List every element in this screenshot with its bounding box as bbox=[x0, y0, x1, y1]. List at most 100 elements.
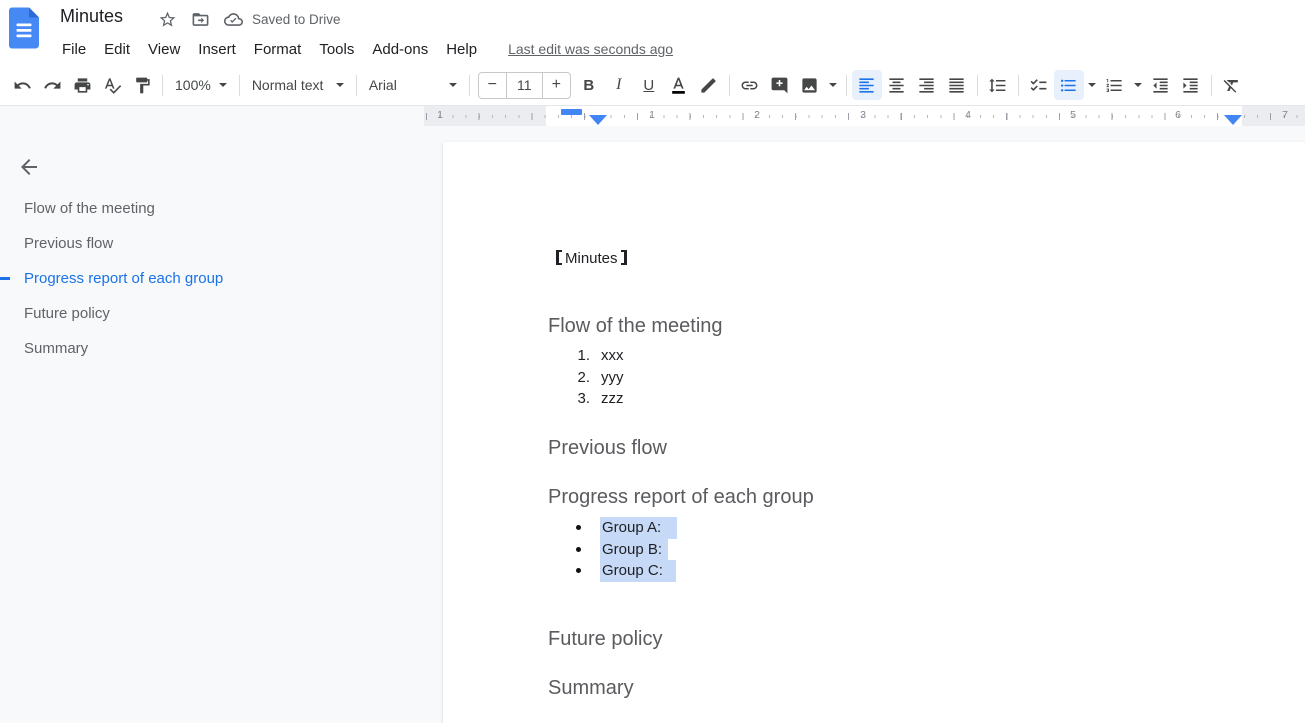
redo-button[interactable] bbox=[37, 70, 67, 100]
bulleted-list-icon bbox=[1059, 76, 1078, 95]
justify-button[interactable] bbox=[942, 70, 972, 100]
font-size-increase-button[interactable]: + bbox=[543, 73, 570, 98]
left-indent-marker[interactable] bbox=[589, 115, 607, 125]
selected-text[interactable]: Group A: bbox=[600, 517, 677, 539]
menu-item-view[interactable]: View bbox=[139, 39, 189, 60]
document-title-input[interactable]: Minutes bbox=[60, 6, 123, 27]
ruler-label: 5 bbox=[1070, 109, 1076, 121]
star-button[interactable] bbox=[156, 8, 178, 30]
add-comment-button[interactable] bbox=[765, 70, 795, 100]
menu-item-addons[interactable]: Add-ons bbox=[363, 39, 437, 60]
font-size-input[interactable]: 11 bbox=[506, 73, 543, 98]
list-item[interactable]: Group A: bbox=[573, 517, 677, 539]
menu-item-insert[interactable]: Insert bbox=[189, 39, 245, 60]
doc-title-text: Minutes bbox=[565, 250, 618, 267]
move-folder-icon bbox=[191, 10, 210, 29]
document-outline: Flow of the meeting Previous flow Progre… bbox=[0, 191, 440, 366]
doc-heading-summary[interactable]: Summary bbox=[548, 674, 634, 702]
toolbar-divider bbox=[977, 75, 978, 96]
menu-item-help[interactable]: Help bbox=[437, 39, 486, 60]
last-edit-link[interactable]: Last edit was seconds ago bbox=[508, 41, 673, 57]
font-select[interactable]: Arial bbox=[362, 70, 464, 100]
bulleted-list-options-caret[interactable] bbox=[1084, 70, 1100, 100]
highlight-color-button[interactable] bbox=[694, 70, 724, 100]
align-center-button[interactable] bbox=[882, 70, 912, 100]
bulleted-list-selected[interactable]: Group A: Group B: Group C: bbox=[573, 517, 677, 582]
add-comment-icon bbox=[770, 76, 789, 95]
line-spacing-button[interactable] bbox=[983, 70, 1013, 100]
clear-formatting-icon bbox=[1222, 76, 1241, 95]
menu-item-file[interactable]: File bbox=[53, 39, 95, 60]
clear-formatting-button[interactable] bbox=[1217, 70, 1247, 100]
list-item[interactable]: Group C: bbox=[573, 560, 677, 582]
insert-link-button[interactable] bbox=[735, 70, 765, 100]
spellcheck-icon bbox=[103, 76, 122, 95]
menu-item-edit[interactable]: Edit bbox=[95, 39, 139, 60]
right-indent-marker[interactable] bbox=[1224, 115, 1242, 125]
list-item-text[interactable]: zzz bbox=[601, 388, 624, 410]
outline-item-progress-report[interactable]: Progress report of each group bbox=[0, 261, 440, 296]
list-item[interactable]: 2. yyy bbox=[573, 367, 624, 389]
list-item-text[interactable]: xxx bbox=[601, 345, 624, 367]
bulleted-list-button[interactable] bbox=[1054, 70, 1084, 100]
numbered-list-options-caret[interactable] bbox=[1130, 70, 1146, 100]
redo-icon bbox=[43, 76, 62, 95]
close-outline-button[interactable] bbox=[14, 152, 44, 182]
selected-text[interactable]: Group C: bbox=[600, 560, 676, 582]
numbered-list-button[interactable] bbox=[1100, 70, 1130, 100]
doc-heading-future-policy[interactable]: Future policy bbox=[548, 625, 663, 653]
align-right-button[interactable] bbox=[912, 70, 942, 100]
print-icon bbox=[73, 76, 92, 95]
list-item-text[interactable]: yyy bbox=[601, 367, 624, 389]
italic-button[interactable]: I bbox=[604, 70, 634, 100]
highlighter-icon bbox=[699, 76, 718, 95]
saved-to-drive-button[interactable] bbox=[222, 8, 244, 30]
styles-select[interactable]: Normal text bbox=[245, 70, 351, 100]
font-size-decrease-button[interactable]: − bbox=[479, 73, 506, 98]
increase-indent-button[interactable] bbox=[1176, 70, 1206, 100]
ruler-label: 7 bbox=[1282, 109, 1288, 121]
list-marker: 2. bbox=[573, 367, 590, 389]
text-color-button[interactable] bbox=[664, 70, 694, 100]
list-item[interactable]: 3. zzz bbox=[573, 388, 624, 410]
document-page[interactable]: Minutes Flow of the meeting 1. xxx 2. yy… bbox=[443, 142, 1305, 723]
list-item[interactable]: 1. xxx bbox=[573, 345, 624, 367]
print-button[interactable] bbox=[67, 70, 97, 100]
doc-text-title[interactable]: Minutes bbox=[556, 248, 627, 269]
ruler-label: 6 bbox=[1175, 109, 1181, 121]
ruler[interactable]: 1 1 2 3 4 5 6 7 bbox=[424, 106, 1305, 126]
decrease-indent-button[interactable] bbox=[1146, 70, 1176, 100]
spellcheck-button[interactable] bbox=[97, 70, 127, 100]
outline-item-flow-of-the-meeting[interactable]: Flow of the meeting bbox=[0, 191, 440, 226]
google-docs-icon[interactable] bbox=[9, 7, 39, 49]
list-item[interactable]: Group B: bbox=[573, 539, 677, 561]
doc-heading-flow-of-the-meeting[interactable]: Flow of the meeting bbox=[548, 312, 723, 340]
toolbar-divider bbox=[1018, 75, 1019, 96]
bold-button[interactable]: B bbox=[574, 70, 604, 100]
numbered-list[interactable]: 1. xxx 2. yyy 3. zzz bbox=[573, 345, 624, 410]
checklist-button[interactable] bbox=[1024, 70, 1054, 100]
zoom-select[interactable]: 100% bbox=[168, 70, 234, 100]
outline-item-previous-flow[interactable]: Previous flow bbox=[0, 226, 440, 261]
align-left-icon bbox=[857, 76, 876, 95]
move-to-folder-button[interactable] bbox=[189, 8, 211, 30]
menu-item-format[interactable]: Format bbox=[245, 39, 311, 60]
undo-icon bbox=[13, 76, 32, 95]
selected-text[interactable]: Group B: bbox=[600, 539, 668, 561]
insert-image-button[interactable] bbox=[795, 70, 825, 100]
chevron-down-icon bbox=[449, 83, 457, 87]
list-marker: 1. bbox=[573, 345, 590, 367]
outline-item-future-policy[interactable]: Future policy bbox=[0, 296, 440, 331]
outline-item-summary[interactable]: Summary bbox=[0, 331, 440, 366]
undo-button[interactable] bbox=[7, 70, 37, 100]
justify-icon bbox=[947, 76, 966, 95]
first-line-indent-marker[interactable] bbox=[561, 109, 582, 115]
paint-format-button[interactable] bbox=[127, 70, 157, 100]
menu-item-tools[interactable]: Tools bbox=[310, 39, 363, 60]
align-left-button[interactable] bbox=[852, 70, 882, 100]
doc-heading-progress-report[interactable]: Progress report of each group bbox=[548, 483, 814, 511]
underline-button[interactable]: U bbox=[634, 70, 664, 100]
doc-heading-previous-flow[interactable]: Previous flow bbox=[548, 434, 667, 462]
bold-icon: B bbox=[583, 77, 594, 94]
insert-image-options-caret[interactable] bbox=[825, 70, 841, 100]
